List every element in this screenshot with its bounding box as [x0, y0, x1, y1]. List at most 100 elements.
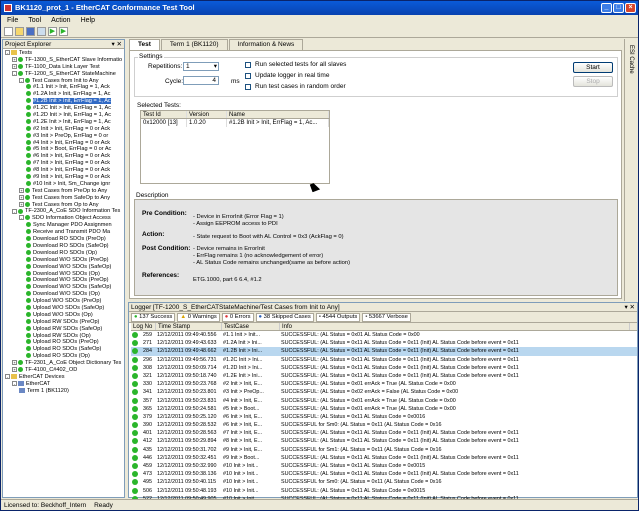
col-info[interactable]: Info [280, 323, 630, 330]
col-name[interactable]: Name [227, 111, 329, 118]
expander-icon[interactable]: - [12, 380, 17, 386]
log-row[interactable]: 357 12/12/2011 09:50:23.831 #4 Init > Init… [131, 397, 637, 405]
log-row[interactable]: 259 12/12/2011 09:49:40.556 #1.1 Init > In… [131, 331, 637, 339]
log-row[interactable]: 308 12/12/2011 09:50:09.714 #1.2D Init > I… [131, 364, 637, 372]
expander-icon[interactable]: - [19, 215, 24, 221]
menu-file[interactable]: File [7, 15, 18, 26]
open-icon[interactable] [15, 27, 24, 36]
filter-verbose-button[interactable]: ▪ 53667 Verbose [362, 312, 411, 322]
run-all-slaves-checkbox[interactable] [245, 62, 251, 68]
menu-help[interactable]: Help [81, 15, 95, 26]
tree-item[interactable]: #5 Init > Boot, ErrFlag = 0 or Ac [3, 146, 124, 153]
filter-errors-button[interactable]: ● 0 Errors [221, 312, 254, 322]
log-row[interactable]: 446 12/12/2011 09:50:32.451 #9 Init > Boot… [131, 454, 637, 462]
minimize-button[interactable]: _ [601, 3, 612, 13]
expander-icon[interactable]: - [5, 373, 10, 379]
tree-item[interactable]: Download W/O SDOs (SafeOp) [3, 264, 124, 271]
tree-item[interactable]: Download W/O SDOs (PreOp) [3, 277, 124, 284]
expander-icon[interactable]: - [5, 50, 10, 56]
tree-item[interactable]: Download RO SDOs (PreOp) [3, 236, 124, 243]
expander-icon[interactable]: + [12, 360, 17, 366]
tree-item[interactable]: #7 Init > Init, ErrFlag = 0 or Ack [3, 160, 124, 167]
filter-warnings-button[interactable]: ▲ 0 Warnings [177, 312, 220, 322]
log-row[interactable]: 330 12/12/2011 09:50:23.768 #2 Init > Init… [131, 380, 637, 388]
log-row[interactable]: 390 12/12/2011 09:50:28.532 #6 Init > Init… [131, 421, 637, 429]
tree-item[interactable]: Receive and Transmit PDO Ma [3, 229, 124, 236]
tree-item[interactable]: - SDO Information Object Access [3, 215, 124, 222]
tree-item[interactable]: Upload RO SDOs (SafeOp) [3, 346, 124, 353]
expander-icon[interactable]: + [12, 366, 17, 372]
tree-item[interactable]: #1.2A Init > Init, ErrFlag = 1, Ac [3, 91, 124, 98]
tree-item[interactable]: Download W/O SDOs (PreOp) [3, 257, 124, 264]
cycle-input[interactable]: 4 [183, 76, 219, 85]
tree-item[interactable]: Download RO SDOs (Op) [3, 250, 124, 257]
col-log-no[interactable]: Log No [131, 323, 156, 330]
tree-item[interactable]: #6 Init > Init, ErrFlag = 0 or Ack [3, 153, 124, 160]
log-row[interactable]: 412 12/12/2011 09:50:29.894 #8 Init > Init… [131, 437, 637, 445]
log-row[interactable]: 365 12/12/2011 09:50:24.581 #5 Init > Boot… [131, 405, 637, 413]
tree-item[interactable]: Download W/O SDOs (Op) [3, 271, 124, 278]
tab-information-news[interactable]: Information & News [228, 39, 304, 50]
tree-item[interactable]: #8 Init > Init, ErrFlag = 0 or Ack [3, 167, 124, 174]
tree-item[interactable]: #4 Init > Init, ErrFlag = 0 or Ack [3, 140, 124, 147]
tree-item[interactable]: - TF-2300_A_CoE SDO Information Tes [3, 208, 124, 215]
stop-button[interactable]: Stop [573, 76, 613, 87]
pin-icon[interactable]: ▾ ✕ [111, 40, 122, 49]
tree-item[interactable]: + Test Cases from PreOp to Any [3, 188, 124, 195]
col-version[interactable]: Version [187, 111, 227, 118]
tree-item[interactable]: #10 Init > Init, Sm_Change ignr [3, 181, 124, 188]
tree-item[interactable]: Upload RO SDOs (PreOp) [3, 339, 124, 346]
tree-item[interactable]: #1.1 Init > Init, ErrFlag = 1, Ack [3, 84, 124, 91]
tree-item[interactable]: Upload W/O SDOs (Op) [3, 312, 124, 319]
tree-item[interactable]: Download W/O SDOs (Op) [3, 291, 124, 298]
filter-success-button[interactable]: ● 137 Success [131, 312, 176, 322]
tree-item[interactable]: - Tests [3, 50, 124, 57]
tree-item[interactable]: #1.2D Init > Init, ErrFlag = 1, Ac [3, 112, 124, 119]
menu-action[interactable]: Action [51, 15, 70, 26]
tree-item[interactable]: Download RO SDOs (SafeOp) [3, 243, 124, 250]
tree-item[interactable]: - EtherCAT [3, 381, 124, 388]
filter-skipped-button[interactable]: ● 38 Skipped Cases [255, 312, 314, 322]
tree-item[interactable]: Upload RW SDOs (Op) [3, 333, 124, 340]
expander-icon[interactable]: + [19, 201, 24, 207]
expander-icon[interactable]: + [12, 63, 17, 69]
tree-item[interactable]: + TF-4100_C#402_OD [3, 367, 124, 374]
run-all-icon[interactable]: ▶ [59, 27, 68, 36]
tree-item[interactable]: Download W/O SDOs (SafeOp) [3, 284, 124, 291]
tree-item[interactable]: Upload W/O SDOs (PreOp) [3, 298, 124, 305]
log-row[interactable]: 459 12/12/2011 09:50:32.990 #10 Init > Ini… [131, 462, 637, 470]
tree-item[interactable]: Upload RW SDOs (SafeOp) [3, 326, 124, 333]
log-row[interactable]: 321 12/12/2011 09:50:18.740 #1.2E Init > I… [131, 372, 637, 380]
tree-item[interactable]: #9 Init > Init, ErrFlag = 0 or Ack [3, 174, 124, 181]
col-test-case[interactable]: TestCase [222, 323, 280, 330]
log-row[interactable]: 379 12/12/2011 09:50:25.120 #6 Init > Init… [131, 413, 637, 421]
save-icon[interactable] [26, 27, 35, 36]
expander-icon[interactable]: - [12, 208, 17, 214]
table-row[interactable]: 0x12000 [13] 1.0.20 #1.2B Init > Init, E… [141, 119, 329, 127]
refresh-icon[interactable] [37, 27, 46, 36]
esi-cache-sidebar[interactable]: ESI Cache [624, 39, 638, 301]
filter-outputs-button[interactable]: ▪ 4544 Outputs [315, 312, 361, 322]
expander-icon[interactable]: - [12, 70, 17, 76]
tree-item[interactable]: + TF-2301_A_CoE Object Dictionary Tes [3, 360, 124, 367]
tree-item[interactable]: #3 Init > PreOp, ErrFlag = 0 or [3, 133, 124, 140]
log-row[interactable]: 506 12/12/2011 09:50:48.193 #10 Init > Ini… [131, 487, 637, 495]
tree-item[interactable]: + Test Cases from SafeOp to Any [3, 195, 124, 202]
tab-test[interactable]: Test [129, 39, 160, 50]
expander-icon[interactable]: - [19, 77, 24, 83]
close-button[interactable]: × [625, 3, 636, 13]
start-button[interactable]: Start [573, 62, 613, 73]
tree-item[interactable]: #2 Init > Init, ErrFlag = 0 or Ack [3, 126, 124, 133]
expander-icon[interactable]: + [19, 187, 24, 193]
tree-item[interactable]: - TF-1200_S_EtherCAT StateMachine [3, 71, 124, 78]
run-icon[interactable]: ▶ [48, 27, 57, 36]
log-row[interactable]: 401 12/12/2011 09:50:28.563 #7 Init > Init… [131, 429, 637, 437]
log-row[interactable]: 435 12/12/2011 09:50:31.702 #9 Init > Init… [131, 446, 637, 454]
maximize-button[interactable]: □ [613, 3, 624, 13]
log-row[interactable]: 271 12/12/2011 09:49:43.633 #1.2A Init > I… [131, 339, 637, 347]
update-logger-checkbox[interactable] [245, 73, 251, 79]
log-row[interactable]: 284 12/12/2011 09:49:48.662 #1.2B Init > I… [131, 347, 637, 356]
tree-item[interactable]: Upload W/O SDOs (SafeOp) [3, 305, 124, 312]
tree-item[interactable]: Term 1 (BK1120) [3, 388, 124, 395]
col-time-stamp[interactable]: Time Stamp [156, 323, 222, 330]
